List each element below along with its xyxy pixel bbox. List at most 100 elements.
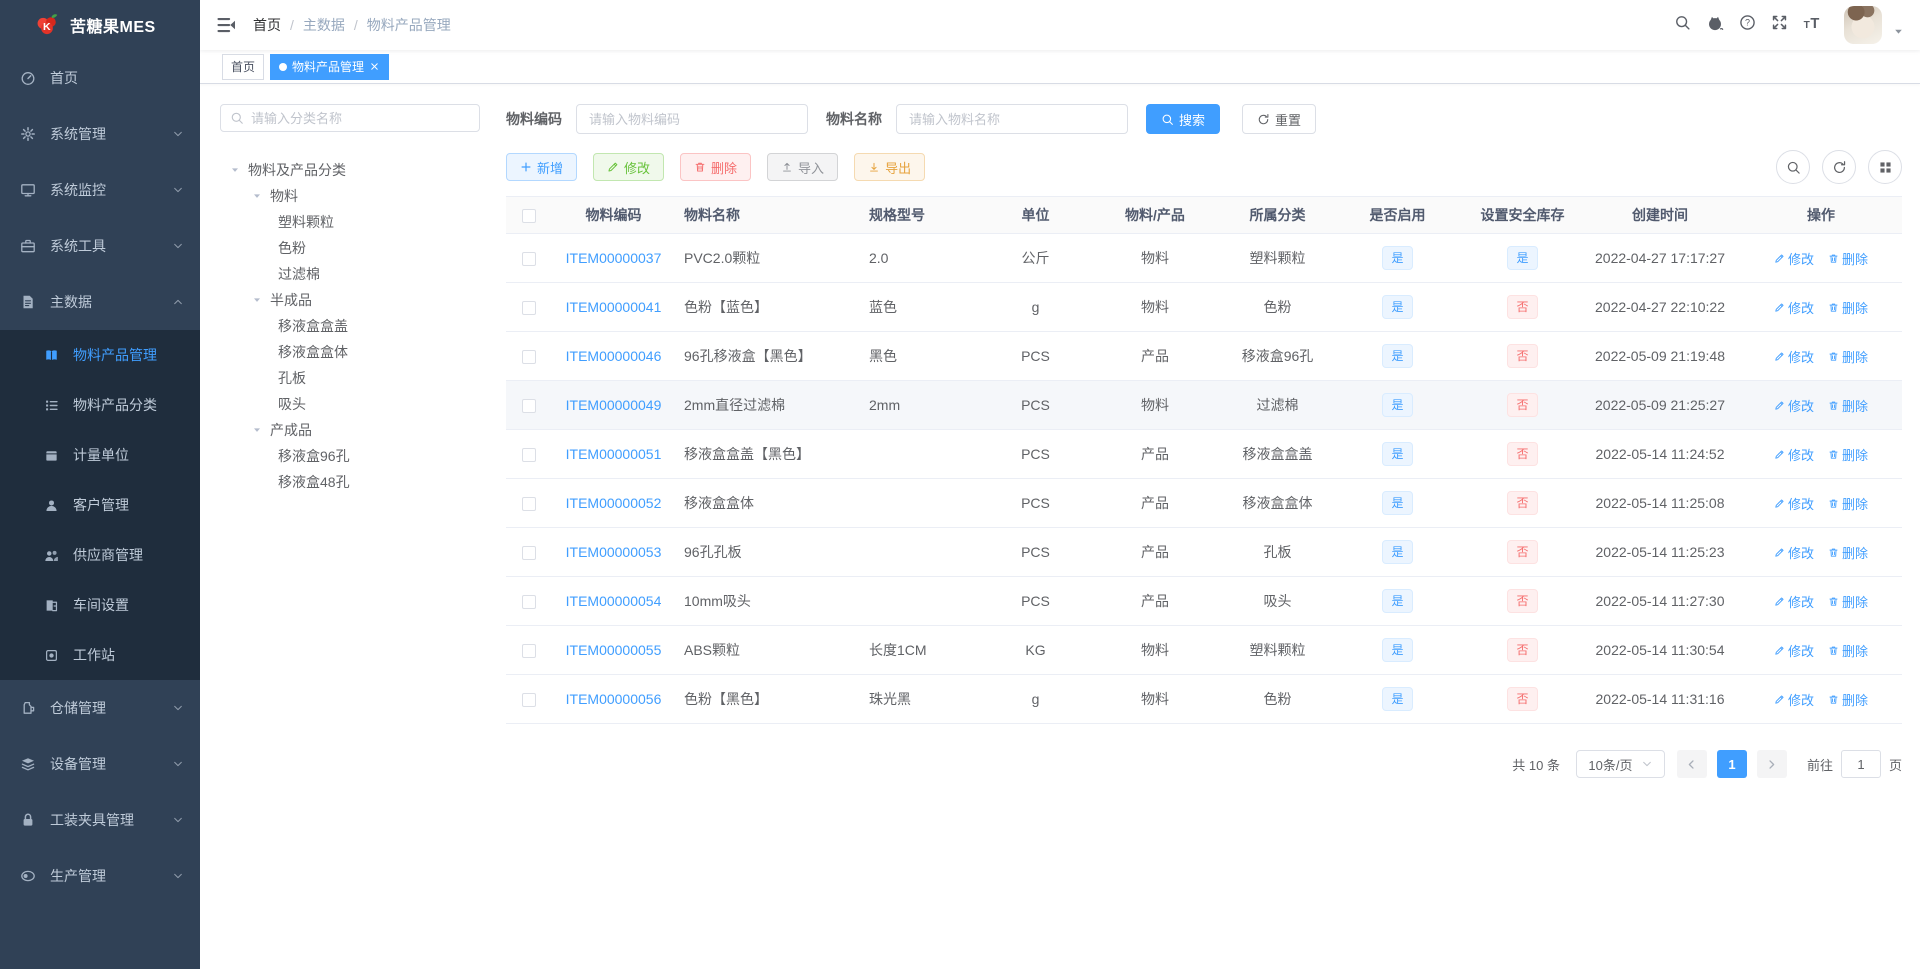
hamburger-icon[interactable]	[216, 15, 236, 35]
delete-button[interactable]: 删除	[680, 153, 752, 181]
tree-node[interactable]: 塑料颗粒	[220, 209, 480, 235]
tree-node[interactable]: 产成品	[220, 417, 480, 443]
search-icon[interactable]	[1672, 14, 1693, 36]
tree-node[interactable]: 半成品	[220, 287, 480, 313]
sidebar-item-measure-unit[interactable]: 计量单位	[0, 430, 200, 480]
row-checkbox[interactable]	[521, 301, 536, 316]
select-all-checkbox[interactable]	[521, 209, 536, 224]
tree-expand-caret-icon[interactable]	[250, 191, 264, 201]
row-edit-link[interactable]: 修改	[1774, 543, 1814, 562]
tree-node[interactable]: 物料	[220, 183, 480, 209]
tree-expand-caret-icon[interactable]	[250, 295, 264, 305]
row-edit-link[interactable]: 修改	[1774, 445, 1814, 464]
row-checkbox[interactable]	[521, 448, 536, 463]
material-code-link[interactable]: ITEM00000053	[566, 544, 662, 560]
goto-page-input[interactable]	[1840, 750, 1881, 778]
breadcrumb-item[interactable]: 首页	[253, 15, 281, 35]
sidebar-item-customer-mgmt[interactable]: 客户管理	[0, 480, 200, 530]
close-icon[interactable]	[369, 61, 380, 72]
sidebar-item-supplier-mgmt[interactable]: 供应商管理	[0, 530, 200, 580]
tree-search-input[interactable]	[251, 110, 470, 126]
material-code-link[interactable]: ITEM00000037	[566, 250, 662, 266]
row-edit-link[interactable]: 修改	[1774, 347, 1814, 366]
row-delete-link[interactable]: 删除	[1828, 396, 1868, 415]
material-code-link[interactable]: ITEM00000054	[566, 593, 662, 609]
row-edit-link[interactable]: 修改	[1774, 690, 1814, 709]
tree-node[interactable]: 色粉	[220, 235, 480, 261]
sidebar-item-warehouse-mgmt[interactable]: 仓储管理	[0, 680, 200, 736]
tree-expand-caret-icon[interactable]	[228, 165, 242, 175]
user-avatar[interactable]	[1844, 6, 1882, 44]
page-size-select[interactable]: 10条/页	[1575, 750, 1665, 778]
sidebar-item-master-data[interactable]: 主数据	[0, 274, 200, 330]
tab-0[interactable]: 首页	[222, 53, 265, 80]
row-checkbox[interactable]	[521, 350, 536, 365]
tree-node[interactable]: 移液盒96孔	[220, 443, 480, 469]
sidebar-item-system-monitor[interactable]: 系统监控	[0, 162, 200, 218]
sidebar-item-equipment-mgmt[interactable]: 设备管理	[0, 736, 200, 792]
row-delete-link[interactable]: 删除	[1828, 494, 1868, 513]
table-tool-grid-button[interactable]	[1868, 150, 1902, 184]
row-checkbox[interactable]	[521, 497, 536, 512]
tree-node[interactable]: 移液盒48孔	[220, 469, 480, 495]
row-edit-link[interactable]: 修改	[1774, 641, 1814, 660]
add-button[interactable]: 新增	[506, 153, 578, 181]
row-checkbox[interactable]	[521, 693, 536, 708]
row-edit-link[interactable]: 修改	[1774, 249, 1814, 268]
row-edit-link[interactable]: 修改	[1774, 396, 1814, 415]
sidebar-item-system-tools[interactable]: 系统工具	[0, 218, 200, 274]
row-delete-link[interactable]: 删除	[1828, 298, 1868, 317]
row-edit-link[interactable]: 修改	[1774, 298, 1814, 317]
next-page-button[interactable]	[1756, 750, 1787, 778]
tree-node[interactable]: 过滤棉	[220, 261, 480, 287]
sidebar-item-workshop-setting[interactable]: 车间设置	[0, 580, 200, 630]
row-delete-link[interactable]: 删除	[1828, 641, 1868, 660]
import-button[interactable]: 导入	[767, 153, 839, 181]
table-tool-search-button[interactable]	[1776, 150, 1810, 184]
row-delete-link[interactable]: 删除	[1828, 347, 1868, 366]
material-code-link[interactable]: ITEM00000056	[566, 691, 662, 707]
avatar-caret-icon[interactable]	[1893, 24, 1904, 42]
tree-node[interactable]: 吸头	[220, 391, 480, 417]
sidebar-item-production-mgmt[interactable]: 生产管理	[0, 848, 200, 904]
sidebar-item-system-admin[interactable]: 系统管理	[0, 106, 200, 162]
row-delete-link[interactable]: 删除	[1828, 249, 1868, 268]
row-checkbox[interactable]	[521, 546, 536, 561]
tab-active[interactable]: 物料产品管理	[270, 53, 390, 80]
table-tool-refresh-button[interactable]	[1822, 150, 1856, 184]
sidebar-item-material-product-mgmt[interactable]: 物料产品管理	[0, 330, 200, 380]
row-delete-link[interactable]: 删除	[1828, 445, 1868, 464]
sidebar-item-home[interactable]: 首页	[0, 50, 200, 106]
row-checkbox[interactable]	[521, 399, 536, 414]
material-code-link[interactable]: ITEM00000052	[566, 495, 662, 511]
material-name-input[interactable]	[896, 104, 1128, 134]
help-icon[interactable]: ?	[1737, 14, 1758, 36]
material-code-link[interactable]: ITEM00000055	[566, 642, 662, 658]
row-checkbox[interactable]	[521, 252, 536, 267]
row-delete-link[interactable]: 删除	[1828, 592, 1868, 611]
github-icon[interactable]	[1704, 14, 1726, 37]
reset-button[interactable]: 重置	[1242, 104, 1317, 134]
prev-page-button[interactable]	[1676, 750, 1707, 778]
tree-node[interactable]: 移液盒盒体	[220, 339, 480, 365]
app-logo[interactable]: K 苦糖果MES	[0, 0, 200, 50]
material-code-input[interactable]	[576, 104, 808, 134]
material-code-link[interactable]: ITEM00000049	[566, 397, 662, 413]
tree-node[interactable]: 物料及产品分类	[220, 157, 480, 183]
row-edit-link[interactable]: 修改	[1774, 494, 1814, 513]
fullscreen-icon[interactable]	[1769, 14, 1790, 36]
sidebar-item-fixture-mgmt[interactable]: 工装夹具管理	[0, 792, 200, 848]
breadcrumb-item[interactable]: 主数据	[303, 15, 345, 35]
row-edit-link[interactable]: 修改	[1774, 592, 1814, 611]
material-code-link[interactable]: ITEM00000041	[566, 299, 662, 315]
material-code-link[interactable]: ITEM00000046	[566, 348, 662, 364]
sidebar-item-workstation[interactable]: 工作站	[0, 630, 200, 680]
material-code-link[interactable]: ITEM00000051	[566, 446, 662, 462]
row-checkbox[interactable]	[521, 595, 536, 610]
row-delete-link[interactable]: 删除	[1828, 543, 1868, 562]
font-size-icon[interactable]: TT	[1801, 14, 1823, 37]
export-button[interactable]: 导出	[854, 153, 926, 181]
row-checkbox[interactable]	[521, 644, 536, 659]
tree-node[interactable]: 孔板	[220, 365, 480, 391]
current-page-button[interactable]: 1	[1716, 750, 1747, 778]
